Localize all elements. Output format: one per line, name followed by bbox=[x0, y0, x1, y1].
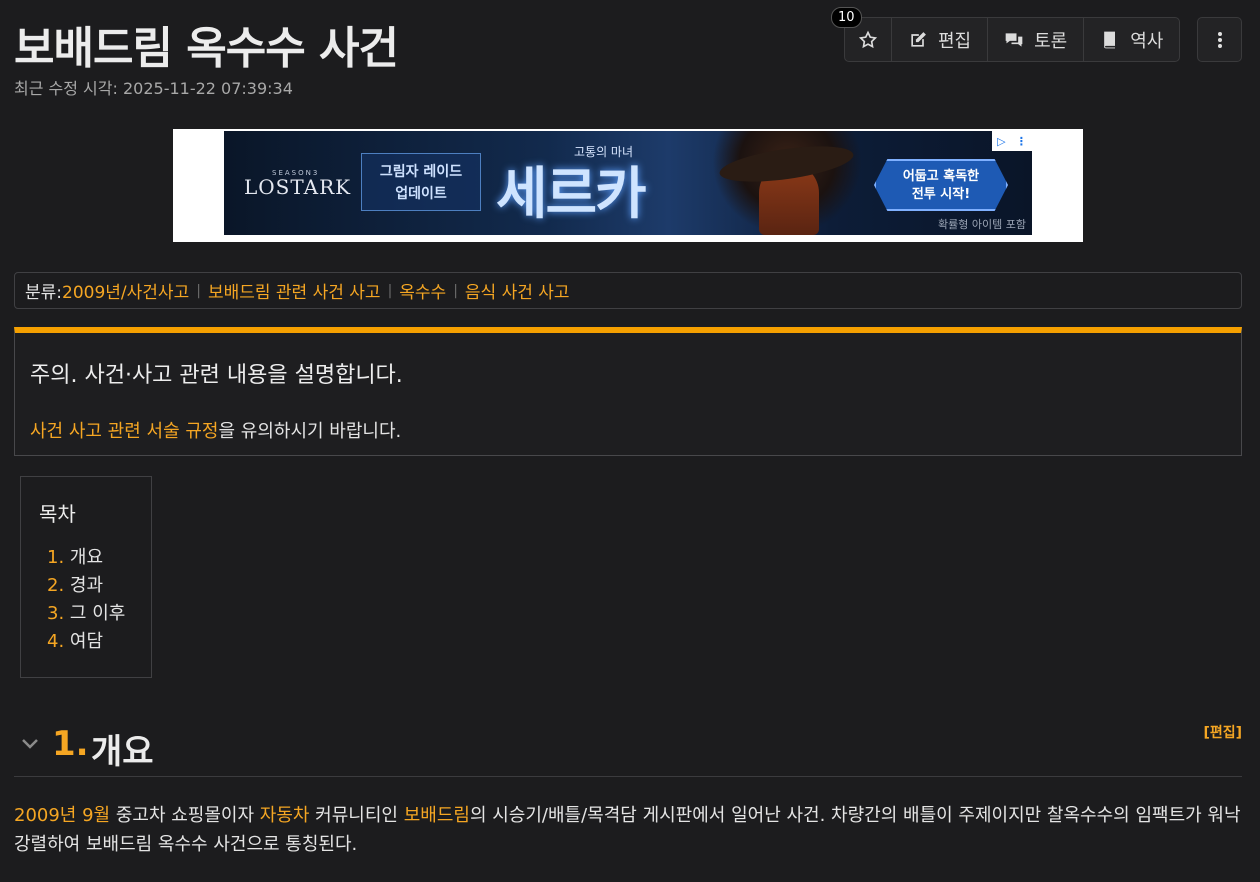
book-icon bbox=[1104, 31, 1116, 48]
notice-title: 주의. 사건·사고 관련 내용을 설명합니다. bbox=[30, 363, 403, 388]
discussion-icon bbox=[1005, 32, 1023, 47]
star-icon bbox=[858, 30, 878, 48]
section-edit-link[interactable]: [편집] bbox=[1203, 722, 1242, 742]
section-title: 개요 bbox=[91, 732, 154, 772]
more-vertical-icon bbox=[1217, 31, 1222, 48]
advertisement[interactable]: SEASON3 LOSTARK 그림자 레이드 업데이트 고통의 마녀 세르카 … bbox=[173, 129, 1083, 242]
chevron-down-icon[interactable] bbox=[19, 732, 41, 754]
history-button[interactable]: 역사 bbox=[1084, 18, 1179, 61]
toc-item-label: 그 이후 bbox=[69, 603, 126, 624]
toc-item-number[interactable]: 1 bbox=[47, 547, 58, 568]
ad-headline: 세르카 bbox=[496, 161, 647, 227]
last-modified: 최근 수정 시각: 2025-11-22 07:39:34 bbox=[14, 75, 293, 99]
section-paragraph: 2009년 9월 중고차 쇼핑몰이자 자동차 커뮤니티인 보배드림의 시승기/배… bbox=[14, 801, 1242, 859]
ad-menu-icon[interactable]: ⋮ bbox=[1016, 135, 1027, 148]
category-label: 분류: bbox=[25, 283, 63, 303]
toc-item-label: 개요 bbox=[69, 547, 104, 568]
toc-list: 1. 개요 2. 경과 3. 그 이후 4. 여담 bbox=[47, 543, 125, 655]
edit-button[interactable]: 편집 bbox=[892, 18, 989, 61]
ad-cta-line1: 어둡고 혹독한 bbox=[902, 169, 980, 184]
ad-choices[interactable]: ▷ ⋮ bbox=[992, 131, 1032, 151]
paragraph-link-bobaedream[interactable]: 보배드림 bbox=[404, 805, 470, 826]
table-of-contents: 목차 1. 개요 2. 경과 3. 그 이후 4. 여담 bbox=[20, 476, 152, 678]
last-modified-value: 2025-11-22 07:39:34 bbox=[122, 79, 293, 98]
category-separator: | bbox=[453, 282, 458, 299]
last-modified-label: 최근 수정 시각: bbox=[14, 79, 118, 98]
article-toolbar: 편집 토론 역사 bbox=[844, 17, 1181, 62]
paragraph-link-car[interactable]: 자동차 bbox=[260, 805, 310, 826]
category-link[interactable]: 옥수수 bbox=[399, 278, 446, 303]
ad-cta-line2: 전투 시작! bbox=[911, 187, 971, 202]
toc-item-number[interactable]: 3 bbox=[47, 603, 58, 624]
discuss-label: 토론 bbox=[1034, 30, 1068, 52]
paragraph-text: 중고차 쇼핑몰이자 bbox=[110, 805, 260, 826]
notice-body-text: 을 유의하시기 바랍니다. bbox=[218, 421, 402, 442]
ad-box-line1: 그림자 레이드 bbox=[379, 164, 463, 180]
toc-item-label: 경과 bbox=[69, 575, 104, 596]
ad-brand-logo: LOSTARK bbox=[244, 175, 352, 199]
section-heading[interactable]: 1. 개요 [편집] bbox=[14, 722, 1242, 777]
category-link[interactable]: 보배드림 관련 사건 사고 bbox=[208, 278, 381, 303]
notice-body: 사건 사고 관련 서술 규정을 유의하시기 바랍니다. bbox=[30, 417, 401, 443]
ad-note: 확률형 아이템 포함 bbox=[938, 218, 1026, 231]
category-link[interactable]: 2009년/사건사고 bbox=[62, 278, 189, 303]
notice-rule-link[interactable]: 사건 사고 관련 서술 규정 bbox=[30, 421, 219, 442]
category-separator: | bbox=[387, 282, 393, 299]
paragraph-link-date[interactable]: 2009년 9월 bbox=[14, 805, 110, 826]
toc-item-label: 여담 bbox=[69, 631, 104, 652]
section-number[interactable]: 1. bbox=[52, 724, 89, 764]
toc-item[interactable]: 3. 그 이후 bbox=[47, 599, 125, 627]
star-count-badge: 10 bbox=[831, 7, 862, 28]
ad-box-line2: 업데이트 bbox=[395, 186, 447, 202]
toc-item[interactable]: 2. 경과 bbox=[47, 571, 125, 599]
toc-title: 목차 bbox=[39, 502, 76, 526]
edit-label: 편집 bbox=[938, 30, 972, 52]
page-title: 보배드림 옥수수 사건 bbox=[14, 23, 399, 74]
more-options-button[interactable] bbox=[1197, 17, 1242, 62]
history-label: 역사 bbox=[1130, 30, 1164, 52]
toc-item[interactable]: 4. 여담 bbox=[47, 627, 125, 655]
toc-item-number[interactable]: 2 bbox=[47, 575, 58, 596]
discuss-button[interactable]: 토론 bbox=[988, 18, 1085, 61]
category-box: 분류: 2009년/사건사고 | 보배드림 관련 사건 사고 | 옥수수 | 음… bbox=[14, 272, 1242, 309]
ad-choices-icon[interactable]: ▷ bbox=[997, 135, 1005, 148]
paragraph-text: 커뮤니티인 bbox=[309, 805, 404, 826]
toc-item-number[interactable]: 4 bbox=[47, 631, 58, 652]
ad-banner[interactable]: SEASON3 LOSTARK 그림자 레이드 업데이트 고통의 마녀 세르카 … bbox=[224, 131, 1032, 235]
edit-icon bbox=[911, 31, 926, 47]
ad-cta-button[interactable]: 어둡고 혹독한 전투 시작! bbox=[874, 159, 1008, 211]
incident-notice-box: 주의. 사건·사고 관련 내용을 설명합니다. 사건 사고 관련 서술 규정을 … bbox=[14, 327, 1242, 456]
category-separator: | bbox=[196, 282, 201, 299]
category-link[interactable]: 음식 사건 사고 bbox=[465, 278, 570, 303]
ad-update-box: 그림자 레이드 업데이트 bbox=[361, 153, 481, 211]
toc-item[interactable]: 1. 개요 bbox=[47, 543, 125, 571]
